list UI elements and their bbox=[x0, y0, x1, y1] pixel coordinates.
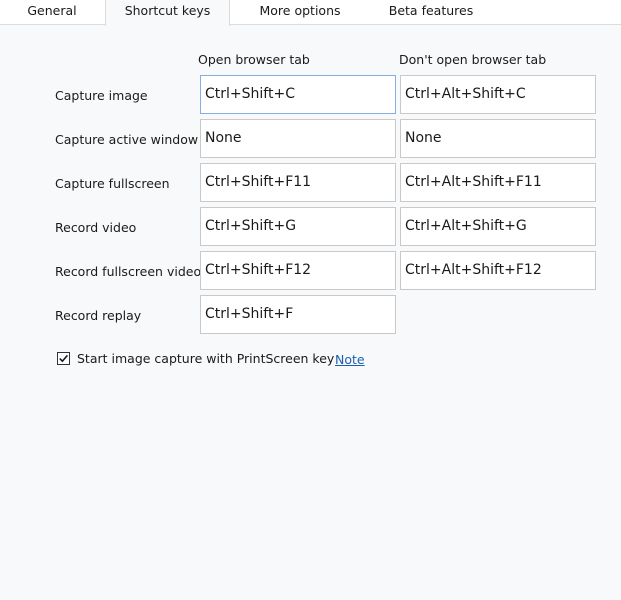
capture-fullscreen-no-tab-shortcut-field[interactable]: Ctrl+Alt+Shift+F11 bbox=[400, 163, 596, 202]
record-video-no-tab-shortcut-field[interactable]: Ctrl+Alt+Shift+G bbox=[400, 207, 596, 246]
row-label-record-video: Record video bbox=[55, 220, 137, 235]
row-label-record-replay: Record replay bbox=[55, 308, 142, 323]
tab-beta-features[interactable]: Beta features bbox=[370, 0, 492, 24]
record-video-open-tab-shortcut-field[interactable]: Ctrl+Shift+G bbox=[200, 207, 396, 246]
capture-image-no-tab-shortcut-field[interactable]: Ctrl+Alt+Shift+C bbox=[400, 75, 596, 114]
note-link[interactable]: Note bbox=[335, 352, 365, 367]
tab-bar: General Shortcut keys More options Beta … bbox=[0, 0, 621, 26]
printscreen-checkbox-label: Start image capture with PrintScreen key bbox=[77, 351, 335, 366]
tab-more-options[interactable]: More options bbox=[246, 0, 354, 24]
record-fullscreen-video-no-tab-shortcut-field[interactable]: Ctrl+Alt+Shift+F12 bbox=[400, 251, 596, 290]
row-label-capture-fullscreen: Capture fullscreen bbox=[55, 176, 170, 191]
capture-active-window-open-tab-shortcut-field[interactable]: None bbox=[200, 119, 396, 158]
tab-shortcut-keys[interactable]: Shortcut keys bbox=[105, 0, 230, 26]
column-header-dont-open-browser-tab: Don't open browser tab bbox=[399, 52, 547, 67]
capture-active-window-no-tab-shortcut-field[interactable]: None bbox=[400, 119, 596, 158]
row-label-capture-active-window: Capture active window bbox=[55, 132, 199, 147]
record-fullscreen-video-open-tab-shortcut-field[interactable]: Ctrl+Shift+F12 bbox=[200, 251, 396, 290]
row-label-capture-image: Capture image bbox=[55, 88, 148, 103]
row-label-record-fullscreen-video: Record fullscreen video bbox=[55, 264, 202, 279]
capture-fullscreen-open-tab-shortcut-field[interactable]: Ctrl+Shift+F11 bbox=[200, 163, 396, 202]
printscreen-checkbox[interactable] bbox=[57, 352, 70, 365]
record-replay-open-tab-shortcut-field[interactable]: Ctrl+Shift+F bbox=[200, 295, 396, 334]
column-header-open-browser-tab: Open browser tab bbox=[198, 52, 310, 67]
checkmark-icon bbox=[59, 354, 69, 363]
capture-image-open-tab-shortcut-field[interactable]: Ctrl+Shift+C bbox=[200, 75, 396, 114]
tab-general[interactable]: General bbox=[14, 0, 90, 24]
